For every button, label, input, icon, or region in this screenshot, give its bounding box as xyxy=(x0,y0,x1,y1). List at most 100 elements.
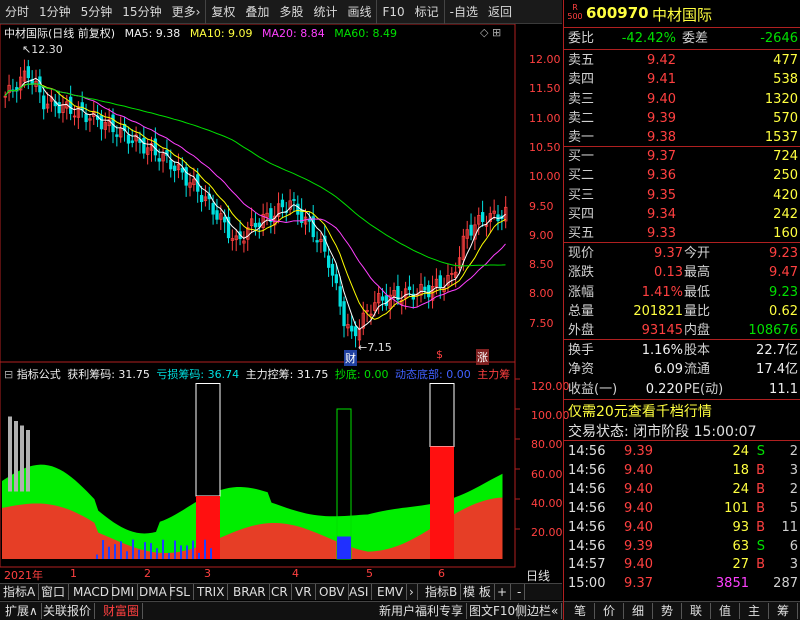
chart-area[interactable] xyxy=(0,24,562,596)
ma60-label: MA60: 8.49 xyxy=(334,27,397,40)
price-tick: 7.50 xyxy=(529,316,554,330)
event-marker[interactable]: $ xyxy=(436,348,443,361)
bid-row[interactable]: 买二 9.36 250 xyxy=(564,166,800,185)
indicator-tab[interactable]: ASI xyxy=(346,584,373,600)
stat-row: 总量 201821 量比 0.62 xyxy=(564,302,800,321)
ma5-label: MA5: 9.38 xyxy=(124,27,181,40)
toolbar-item[interactable]: 1分钟 xyxy=(34,0,76,24)
bottom-left-tab[interactable]: 扩展∧ xyxy=(2,603,42,619)
stat-value: 17.4亿 xyxy=(756,362,798,378)
indicator-tab[interactable]: TRIX xyxy=(194,584,229,600)
tick-row: 14:56 9.39 63 S 6 xyxy=(564,537,800,556)
promo-link[interactable]: 仅需20元查看千档行情 xyxy=(568,401,712,421)
order-label: 买二 xyxy=(568,168,595,184)
tick-volume: 101 xyxy=(724,500,749,516)
order-label: 买四 xyxy=(568,206,595,222)
ask-row[interactable]: 卖二 9.39 570 xyxy=(564,109,800,128)
ask-row[interactable]: 卖四 9.41 538 xyxy=(564,70,800,89)
bid-row[interactable]: 买五 9.33 160 xyxy=(564,224,800,243)
finance-marker[interactable]: 财 xyxy=(344,350,357,366)
stat-value: 93145 xyxy=(641,323,683,339)
toolbar-item[interactable]: 更多› xyxy=(167,0,206,24)
indicator-tab[interactable]: + xyxy=(494,584,512,600)
stat-value: 6.09 xyxy=(654,362,683,378)
tick-direction: B xyxy=(756,500,765,516)
chart-options-icon[interactable]: ◇ ⊞ xyxy=(480,26,501,39)
tick-count: 287 xyxy=(773,576,798,592)
indicator-tab[interactable]: VR xyxy=(292,584,316,600)
period-label[interactable]: 日线 xyxy=(526,567,550,584)
bottom-left-tab[interactable]: 财富圈 xyxy=(100,603,144,619)
tick-price: 9.40 xyxy=(624,462,653,478)
stat-value: 9.23 xyxy=(769,284,798,300)
indicator-tick: 40.00 xyxy=(531,496,563,510)
indicator-tab[interactable]: FSL xyxy=(166,584,194,600)
stat-value: 11.1 xyxy=(769,381,798,397)
toolbar-item[interactable]: 15分钟 xyxy=(117,0,166,24)
ask-row[interactable]: 卖五 9.42 477 xyxy=(564,51,800,70)
toolbar-item[interactable]: 5分钟 xyxy=(76,0,118,24)
price-tick: 11.00 xyxy=(529,111,561,125)
bid-row[interactable]: 买三 9.35 420 xyxy=(564,186,800,205)
toolbar-item[interactable]: -自选 xyxy=(443,0,483,24)
toolbar-item[interactable]: 复权 xyxy=(205,0,240,24)
order-label: 卖四 xyxy=(568,72,595,88)
main-chips-label: 主力筹 xyxy=(477,368,511,381)
toolbar-item[interactable]: F10 xyxy=(376,0,409,24)
indicator-tab[interactable]: 窗口 xyxy=(38,584,70,600)
indicator-tab[interactable]: › xyxy=(406,584,418,600)
order-price: 9.33 xyxy=(647,226,676,242)
indicator-tab[interactable]: 指标A xyxy=(0,584,40,600)
price-tick: 10.00 xyxy=(529,170,561,184)
order-volume: 570 xyxy=(773,110,798,126)
collapse-icon[interactable]: ⊟ xyxy=(4,368,13,381)
order-label: 买五 xyxy=(568,226,595,242)
indicator-tab[interactable]: OBV xyxy=(316,584,349,600)
indicator-tab[interactable]: BRAR xyxy=(230,584,270,600)
toolbar-item[interactable]: 画线 xyxy=(342,0,376,24)
toolbar-item[interactable]: 返回 xyxy=(483,0,517,24)
indicator-tabs: 指标A 窗口 MACD DMI DMA FSL TRIX BRAR CR VR OBV ASI EMV ›… xyxy=(0,583,562,600)
indicator-tab[interactable]: MACD xyxy=(70,584,113,600)
indicator-tab[interactable]: 指标B xyxy=(422,584,462,600)
order-price: 9.35 xyxy=(647,187,676,203)
indicator-tab[interactable]: - xyxy=(514,584,526,600)
stat-row: 外盘 93145 内盘 108676 xyxy=(564,321,800,340)
indicator-name[interactable]: 指标公式 xyxy=(17,368,61,381)
toolbar-item[interactable]: 统计 xyxy=(308,0,342,24)
profit-chips-label: 获利筹码: 31.75 xyxy=(67,368,150,381)
bottom-mid-tab[interactable]: 新用户福利专享 xyxy=(376,603,468,619)
stat-label: PE(动) xyxy=(684,381,724,397)
limit-up-marker[interactable]: 涨 xyxy=(476,349,489,365)
order-volume: 1320 xyxy=(764,91,798,107)
stat-label: 换手 xyxy=(568,343,595,358)
indicator-tab[interactable]: DMI xyxy=(108,584,139,600)
tick-direction: B xyxy=(756,557,765,573)
bottom-mid-tab[interactable]: 侧边栏« xyxy=(512,603,563,619)
indicator-tab[interactable]: EMV xyxy=(374,584,408,600)
toolbar-item[interactable]: 标记 xyxy=(410,0,444,24)
stat-value: 9.37 xyxy=(654,246,683,261)
ask-row[interactable]: 卖三 9.40 1320 xyxy=(564,90,800,109)
tick-count: 5 xyxy=(789,500,798,516)
stat-row: 净资 6.09 流通 17.4亿 xyxy=(564,360,800,379)
bid-row[interactable]: 买四 9.34 242 xyxy=(564,205,800,224)
toolbar-item[interactable]: 多股 xyxy=(274,0,308,24)
stat-label: 流通 xyxy=(684,362,711,378)
indicator-tab[interactable]: 模 板 xyxy=(460,584,495,600)
order-price: 9.40 xyxy=(647,91,676,107)
order-price: 9.37 xyxy=(647,149,676,164)
toolbar-item[interactable]: 叠加 xyxy=(240,0,274,24)
bid-row[interactable]: 买一 9.37 724 xyxy=(564,147,800,166)
order-label: 买一 xyxy=(568,149,595,164)
toolbar-item[interactable]: 分时 xyxy=(0,0,34,24)
tick-row: 14:56 9.40 18 B 3 xyxy=(564,461,800,480)
stat-label: 涨跌 xyxy=(568,265,595,281)
ask-row[interactable]: 卖一 9.38 1537 xyxy=(564,128,800,147)
price-tick: 10.50 xyxy=(529,140,561,154)
tick-volume: 18 xyxy=(732,462,749,478)
stat-row: 换手 1.16% 股本 22.7亿 xyxy=(564,341,800,360)
bottom-left-tab[interactable]: 关联报价 xyxy=(40,603,96,619)
indicator-tab[interactable]: CR xyxy=(268,584,292,600)
stat-value: 0.220 xyxy=(645,381,683,397)
